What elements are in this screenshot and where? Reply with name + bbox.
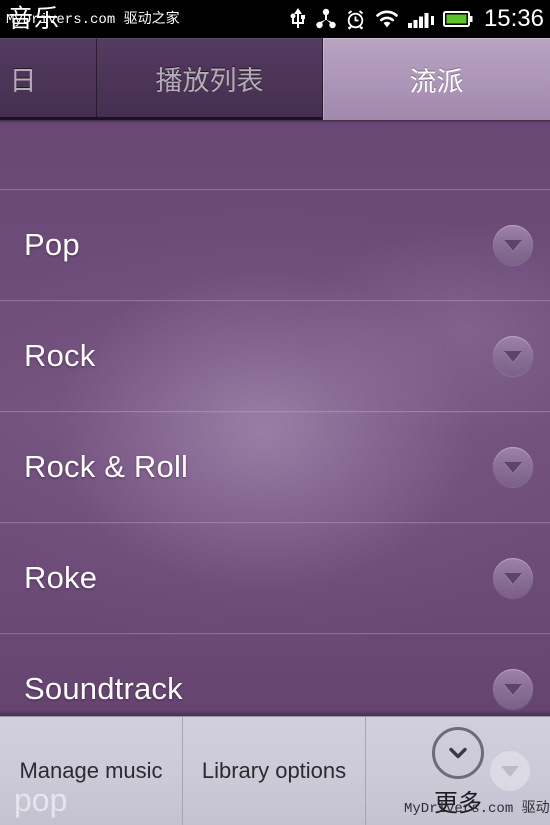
list-item[interactable]: Soundtrack [0, 634, 550, 717]
menu-item-manage-music[interactable]: pop Manage music [0, 717, 183, 825]
app-title: 音乐 [8, 5, 61, 33]
menu-item-library-options-label: Library options [201, 758, 347, 783]
status-clock: 15:36 [483, 5, 544, 32]
phone-screen: 音乐 MyDrivers.com 驱动之家 15:36 日 播放列表 流派 Po… [0, 0, 550, 825]
list-item[interactable]: Rock & Roll [0, 412, 550, 523]
tab-bar: 日 播放列表 流派 [0, 38, 550, 120]
tab-genres[interactable]: 流派 [323, 38, 550, 120]
usb-icon [289, 8, 307, 30]
wifi-icon [375, 9, 399, 29]
menu-item-more[interactable]: 更多 [366, 717, 550, 825]
status-icon-tray: 15:36 [289, 0, 544, 38]
chevron-down-circle-icon [432, 726, 484, 779]
chevron-down-circle-icon[interactable] [493, 225, 533, 265]
chevron-down-circle-icon[interactable] [493, 669, 533, 709]
chevron-down-circle-icon[interactable] [493, 336, 533, 376]
tab-playlists-label: 播放列表 [155, 65, 264, 96]
chevron-down-circle-icon[interactable] [493, 558, 533, 598]
list-item[interactable]: Pop [0, 190, 550, 301]
tab-genres-label: 流派 [409, 67, 464, 97]
menu-item-manage-music-label: Manage music [19, 758, 163, 783]
menu-item-library-options[interactable]: Library options [183, 717, 366, 825]
list-scroll-container: Pop Rock Rock & Roll Roke Soundtrack [0, 120, 550, 717]
list-item[interactable] [0, 120, 550, 190]
chevron-down-circle-icon[interactable] [493, 447, 533, 487]
tab-albums[interactable]: 日 [0, 38, 97, 120]
list-item-label: Soundtrack [24, 671, 183, 706]
tab-albums-label: 日 [9, 65, 37, 96]
list-item[interactable]: Rock [0, 301, 550, 412]
ghost-chevron-down-circle-icon [490, 751, 530, 791]
menu-item-more-label: 更多 [434, 789, 482, 817]
signal-icon [407, 9, 434, 29]
status-bar: 音乐 MyDrivers.com 驱动之家 15:36 [0, 0, 550, 38]
list-item-label: Roke [24, 560, 98, 595]
list-item-label: Rock [24, 338, 96, 373]
tab-playlists[interactable]: 播放列表 [97, 38, 323, 120]
battery-icon [442, 9, 473, 29]
ghost-pop-text: pop [14, 782, 68, 818]
alarm-icon [345, 8, 366, 30]
list-item[interactable]: Roke [0, 523, 550, 634]
genre-list[interactable]: Pop Rock Rock & Roll Roke Soundtrack [0, 120, 550, 717]
share-icon [316, 8, 336, 30]
list-item-label: Pop [24, 227, 80, 262]
list-item-label: Rock & Roll [24, 449, 189, 484]
options-menu-bar: pop Manage music Library options 更多 [0, 716, 550, 825]
